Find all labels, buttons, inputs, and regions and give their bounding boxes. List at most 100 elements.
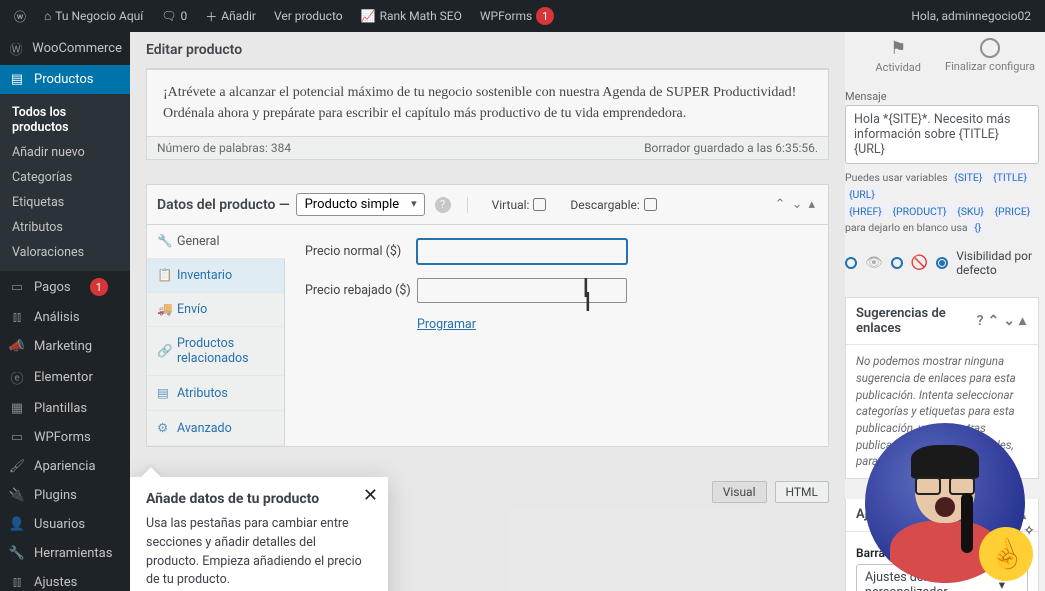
menu-usuarios[interactable]: 👤Usuarios (0, 510, 130, 539)
admin-sidebar: ⓌWooCommerce ▤Productos Todos los produc… (0, 32, 130, 591)
caret-up-icon[interactable]: ▴ (805, 197, 818, 212)
chart-icon: 📈 (361, 9, 376, 23)
bars-icon: ⫾⫾ (8, 310, 26, 325)
user-greeting[interactable]: Hola, adminnegocio02 (905, 0, 1037, 32)
visibility-radio-default[interactable] (936, 257, 948, 269)
menu-apariencia[interactable]: 🖌Apariencia (0, 452, 130, 481)
sub-tags[interactable]: Etiquetas (0, 190, 130, 215)
clipboard-icon: 📋 (157, 268, 171, 283)
var-product[interactable]: {PRODUCT} (889, 205, 949, 218)
chevron-up-icon[interactable]: ⌃ (772, 197, 789, 212)
help-icon[interactable]: ? (435, 197, 451, 213)
visibility-radio-off2[interactable] (891, 257, 903, 269)
visual-tab[interactable]: Visual (712, 481, 767, 503)
content-header: Editar producto (146, 32, 829, 69)
var-site[interactable]: {SITE} (951, 171, 985, 184)
chevron-down-icon[interactable]: ⌄ (789, 197, 806, 212)
tab-shipping[interactable]: 🚚Envío (147, 293, 284, 327)
comments-count: 0 (180, 9, 187, 23)
product-tabs: 🔧General 📋Inventario 🚚Envío 🔗Productos r… (147, 225, 285, 446)
notification-badge: 1 (536, 7, 554, 25)
virtual-checkbox[interactable] (533, 198, 546, 211)
sale-price-label: Precio rebajado ($) (305, 283, 417, 298)
wordpress-icon: ⓦ (14, 8, 26, 25)
finish-setup-button[interactable]: Finalizar configura (945, 38, 1035, 73)
onboarding-tour-popup: ✕ Añade datos de tu producto Usa las pes… (130, 477, 388, 591)
tour-title: Añade datos de tu producto (146, 491, 372, 507)
sub-add-new[interactable]: Añadir nuevo (0, 140, 130, 165)
form-icon: ▭ (8, 430, 26, 445)
product-data-panel: Datos del producto — Producto simple ? V… (146, 184, 829, 447)
sub-reviews[interactable]: Valoraciones (0, 240, 130, 265)
add-new[interactable]: ＋Añadir (199, 0, 262, 32)
wrench-icon: 🔧 (8, 546, 26, 561)
home-icon: ⌂ (44, 9, 51, 23)
page-title: Editar producto (146, 42, 242, 58)
menu-pagos[interactable]: ▭Pagos 1 (0, 271, 130, 303)
chevron-down-icon[interactable]: ⌄ (1001, 313, 1017, 329)
visibility-radio-off[interactable] (845, 257, 857, 269)
chevron-up-icon[interactable]: ⌃ (986, 313, 1002, 329)
var-empty[interactable]: {} (971, 221, 984, 234)
editor-body[interactable]: ¡Atrévete a alcanzar el potencial máximo… (147, 70, 828, 136)
menu-wpforms[interactable]: ▭WPForms (0, 423, 130, 452)
panel-title: Datos del producto — (157, 197, 290, 213)
caret-icon[interactable]: ▴ (1017, 313, 1028, 329)
productos-submenu: Todos los productos Añadir nuevo Categor… (0, 94, 130, 271)
products-icon: ▤ (8, 72, 26, 87)
sub-attributes[interactable]: Atributos (0, 215, 130, 240)
mensaje-textarea[interactable]: Hola *{SITE}*. Necesito más información … (845, 105, 1039, 164)
plus-icon: ＋ (205, 8, 217, 25)
plug-icon: 🔌 (8, 488, 26, 503)
user-icon: 👤 (8, 517, 26, 532)
sale-price-input[interactable] (417, 278, 627, 303)
menu-plantillas[interactable]: ▦Plantillas (0, 394, 130, 423)
sub-categories[interactable]: Categorías (0, 165, 130, 190)
woo-icon: Ⓦ (8, 39, 24, 58)
tab-inventory[interactable]: 📋Inventario (147, 259, 284, 293)
mensaje-label: Mensaje (845, 90, 1039, 103)
view-product[interactable]: Ver producto (268, 0, 349, 32)
wp-logo[interactable]: ⓦ (8, 0, 32, 32)
var-sku[interactable]: {SKU} (954, 205, 987, 218)
sub-all-products[interactable]: Todos los productos (0, 100, 130, 140)
var-price[interactable]: {PRICE} (992, 205, 1034, 218)
eye-off-icon: 🚫 (911, 255, 928, 271)
menu-woocommerce[interactable]: ⓌWooCommerce (0, 32, 130, 65)
tab-linked-products[interactable]: 🔗Productos relacionados (147, 327, 284, 376)
site-name: Tu Negocio Aquí (55, 9, 143, 23)
flag-icon: ⚑ (890, 38, 906, 59)
site-home[interactable]: ⌂ Tu Negocio Aquí (38, 0, 149, 32)
menu-herramientas[interactable]: 🔧Herramientas (0, 539, 130, 568)
elementor-icon: ⓔ (8, 368, 26, 387)
activity-button[interactable]: ⚑Actividad (875, 38, 921, 74)
editor-status-bar: Número de palabras: 384 Borrador guardad… (147, 136, 828, 159)
tab-attributes[interactable]: ▤Atributos (147, 376, 284, 411)
tab-advanced[interactable]: ⚙Avanzado (147, 411, 284, 446)
menu-productos[interactable]: ▤Productos (0, 65, 130, 94)
comment-icon: 🗨 (161, 9, 176, 23)
comments-link[interactable]: 🗨0 (155, 0, 193, 32)
close-icon[interactable]: ✕ (363, 485, 378, 506)
menu-marketing[interactable]: 📣Marketing (0, 332, 130, 361)
menu-elementor[interactable]: ⓔElementor (0, 361, 130, 394)
var-href[interactable]: {HREF} (846, 205, 885, 218)
tab-general[interactable]: 🔧General (147, 225, 285, 259)
regular-price-label: Precio normal ($) (305, 244, 417, 259)
gear-icon: ⚙ (157, 420, 171, 436)
wpforms-link[interactable]: WPForms1 (474, 0, 560, 32)
menu-analisis[interactable]: ⫾⫾Análisis (0, 303, 130, 332)
downloadable-checkbox[interactable] (644, 198, 657, 211)
schedule-link[interactable]: Programar (417, 317, 808, 332)
help-icon[interactable]: ? (975, 313, 986, 329)
suggestions-title: Sugerencias de enlaces (856, 306, 975, 336)
sliders-icon: ⫾⫾ (8, 575, 26, 590)
menu-plugins[interactable]: 🔌Plugins (0, 481, 130, 510)
html-tab[interactable]: HTML (775, 481, 830, 503)
product-type-select[interactable]: Producto simple (296, 193, 425, 216)
var-title[interactable]: {TITLE} (990, 171, 1030, 184)
menu-ajustes[interactable]: ⫾⫾Ajustes (0, 568, 130, 591)
var-url[interactable]: {URL} (846, 188, 878, 201)
regular-price-input[interactable] (417, 239, 627, 264)
rankmath-link[interactable]: 📈Rank Math SEO (355, 0, 468, 32)
